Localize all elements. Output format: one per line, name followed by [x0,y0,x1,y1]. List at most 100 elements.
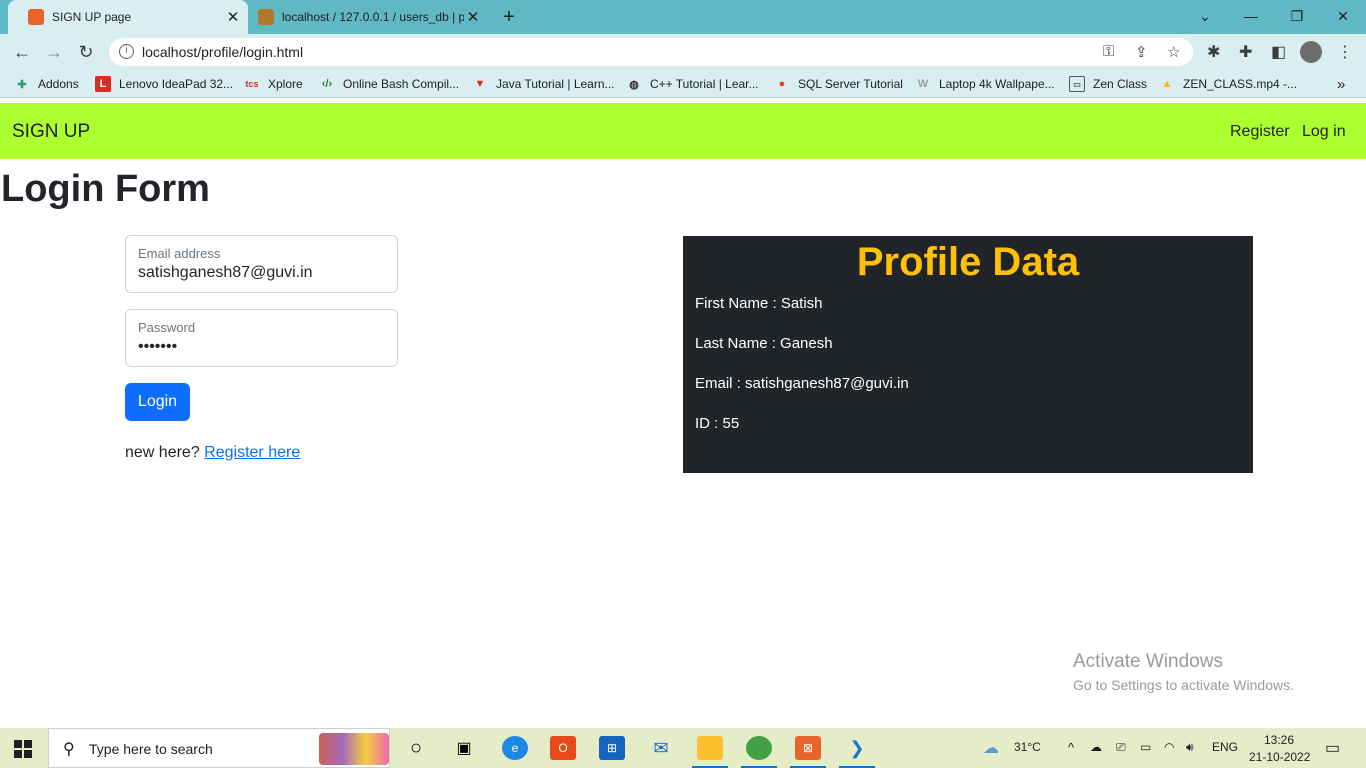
email-field[interactable]: Email address satishganesh87@guvi.in [125,235,398,293]
google-drive-icon: ▲ [1161,78,1173,90]
bookmark-label: Xplore [268,77,303,91]
bookmark-xplore[interactable]: tcs Xplore [244,75,303,93]
password-input[interactable]: ••••••• [138,338,177,356]
task-view-icon[interactable]: ▣ [451,736,477,760]
bookmark-lenovo[interactable]: L Lenovo IdeaPad 32... [95,75,233,93]
clock-date[interactable]: 21-10-2022 [1249,750,1310,764]
page-icon: ▭ [1069,76,1085,92]
key-icon[interactable]: ⚿ [1103,43,1114,60]
taskbar-search-box[interactable]: ⚲ Type here to search [48,728,390,768]
bookmark-label: Addons [38,77,79,91]
xampp-favicon-icon [28,9,44,25]
profile-title: Profile Data [856,240,1080,284]
xampp-icon[interactable]: ⊠ [790,736,826,768]
site-navbar: SIGN UP Register Log in [0,103,1366,159]
onedrive-cloud-icon[interactable]: ☁ [1090,740,1102,754]
address-url[interactable]: localhost/profile/login.html [142,44,303,60]
close-tab-icon[interactable]: ✕ [224,8,242,26]
share-icon[interactable]: ⇪ [1135,43,1148,61]
bookmark-label: Online Bash Compil... [343,77,460,91]
forward-arrow-icon[interactable]: → [42,40,66,64]
minimize-icon[interactable]: — [1228,4,1274,28]
edge-browser-icon[interactable]: e [502,736,528,760]
language-indicator[interactable]: ENG [1212,740,1238,754]
vs-code-icon[interactable]: ❯ [839,736,875,768]
password-label: Password [138,320,196,335]
extensions-puzzle-icon[interactable]: ✚ [1239,42,1252,62]
login-button[interactable]: Login [125,383,190,421]
hidden-icons-chevron-up-icon[interactable]: ^ [1068,740,1074,755]
tcs-icon: tcs [245,79,259,89]
back-arrow-icon[interactable]: ← [10,40,34,64]
puzzle-icon: ✚ [17,78,27,91]
page-title: Login Form [1,168,210,210]
bookmark-label: Laptop 4k Wallpape... [939,77,1055,91]
bookmark-addons[interactable]: ✚ Addons [14,75,79,93]
new-tab-button[interactable]: + [497,5,521,29]
search-icon: ⚲ [63,741,75,758]
weather-cloud-icon[interactable]: ☁ [983,738,999,758]
address-bar[interactable]: i localhost/profile/login.html ⚿ ⇪ ☆ [109,38,1193,66]
bookmark-java-tutorial[interactable]: ▼ Java Tutorial | Learn... [472,75,615,93]
bookmark-label: SQL Server Tutorial [798,77,903,91]
site-info-icon[interactable]: i [119,44,134,59]
sql-icon: ● [778,78,786,90]
tab-search-chevron-down-icon[interactable]: ⌄ [1182,4,1228,28]
clock-time[interactable]: 13:26 [1264,733,1294,747]
lenovo-icon: L [95,76,111,92]
taskbar-search-input[interactable]: Type here to search [89,741,213,757]
weather-temperature[interactable]: 31°C [1014,740,1041,754]
bookmark-zen-class-mp4[interactable]: ▲ ZEN_CLASS.mp4 -... [1159,75,1298,93]
activate-windows-subtext: Go to Settings to activate Windows. [1073,677,1294,693]
bookmark-label: C++ Tutorial | Lear... [650,77,759,91]
register-prompt-text: new here? [125,444,200,461]
extension-bug-icon[interactable]: ✱ [1207,42,1220,62]
wifi-icon[interactable]: ◠ [1164,740,1174,754]
nav-link-register[interactable]: Register [1230,123,1290,141]
usb-device-icon[interactable]: ⎚ [1116,740,1126,755]
microsoft-store-icon[interactable]: ⊞ [599,736,625,760]
bookmark-zen-class[interactable]: ▭ Zen Class [1069,75,1147,93]
bookmark-cpp-tutorial[interactable]: ◍ C++ Tutorial | Lear... [626,75,759,93]
activate-windows-heading: Activate Windows [1073,651,1223,672]
windows-taskbar: ⚲ Type here to search ○ ▣ e O ⊞ ✉ ⊠ ❯ ☁ … [0,728,1366,768]
mail-icon[interactable]: ✉ [648,736,674,760]
battery-icon[interactable]: ▭ [1140,740,1151,754]
close-window-icon[interactable]: ✕ [1320,4,1366,28]
bookmark-online-bash[interactable]: ‹/› Online Bash Compil... [319,75,459,93]
triangle-icon: ▼ [474,78,486,90]
code-icon: ‹/› [321,78,333,90]
password-field[interactable]: Password ••••••• [125,309,398,367]
volume-icon[interactable]: 🔊︎ [1186,740,1194,755]
register-here-link[interactable]: Register here [204,444,300,461]
office-icon[interactable]: O [550,736,576,760]
tab-title: localhost / 127.0.0.1 / users_db | p [282,10,464,24]
bookmark-star-icon[interactable]: ☆ [1167,43,1180,61]
nav-link-log-in[interactable]: Log in [1302,123,1346,141]
email-input[interactable]: satishganesh87@guvi.in [138,264,313,282]
bookmark-sql-server[interactable]: ● SQL Server Tutorial [774,75,903,93]
search-highlight-illustration [319,733,389,765]
file-explorer-icon[interactable] [692,736,728,768]
navbar-brand[interactable]: SIGN UP [12,121,90,143]
wallpaper-icon: W [917,78,929,90]
more-bookmarks-button[interactable]: » [1337,75,1345,93]
profile-first-name: First Name : Satish [695,295,823,312]
chrome-icon[interactable] [741,736,777,768]
side-panel-icon[interactable]: ◧ [1271,42,1286,62]
browser-toolbar: ← → ↻ i localhost/profile/login.html ⚿ ⇪… [0,34,1366,70]
close-tab-icon[interactable]: ✕ [464,8,482,26]
restore-icon[interactable]: ❐ [1274,4,1320,28]
profile-avatar[interactable] [1300,41,1322,63]
globe-icon: ◍ [629,78,639,91]
windows-start-icon[interactable] [14,740,32,758]
more-menu-icon[interactable]: ⋮ [1337,42,1353,62]
cortana-circle-icon[interactable]: ○ [403,736,429,760]
tab-phpmyadmin[interactable]: localhost / 127.0.0.1 / users_db | p ✕ [248,0,488,34]
bookmark-laptop-wallpaper[interactable]: W Laptop 4k Wallpape... [915,75,1055,93]
reload-icon[interactable]: ↻ [74,40,98,64]
notification-center-icon[interactable]: ▭ [1325,738,1340,758]
tab-sign-up-page[interactable]: SIGN UP page ✕ [8,0,248,34]
bookmarks-bar: ✚ Addons L Lenovo IdeaPad 32... tcs Xplore … [0,70,1366,98]
bookmark-label: Zen Class [1093,77,1148,91]
